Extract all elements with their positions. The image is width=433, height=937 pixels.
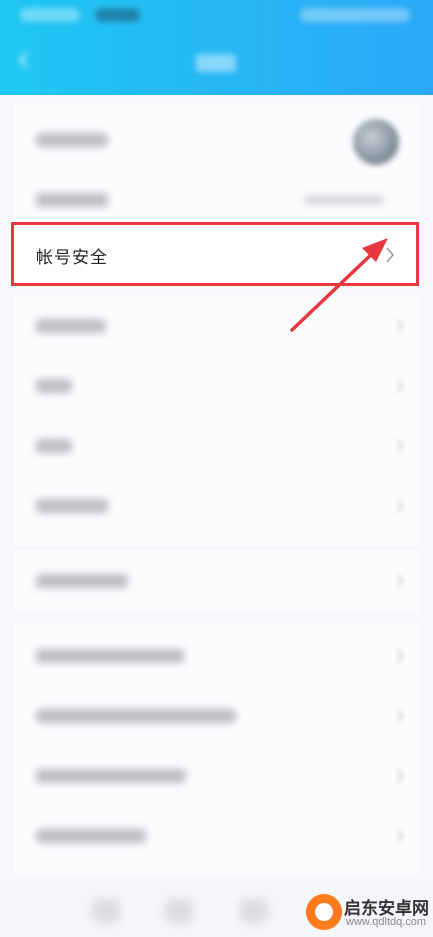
chevron-right-icon (396, 379, 405, 393)
watermark-url: www.qdltdq.com (346, 916, 427, 928)
row-label (36, 499, 108, 513)
account-security-label: 帐号安全 (36, 248, 108, 267)
status-indicator (95, 8, 140, 22)
settings-card-4 (14, 625, 419, 875)
settings-row[interactable] (14, 550, 419, 610)
row-label (36, 439, 72, 453)
profile-card (14, 103, 419, 223)
settings-list (0, 95, 433, 885)
chevron-right-icon (396, 439, 405, 453)
settings-row[interactable] (14, 685, 419, 745)
watermark-logo-icon (306, 894, 342, 930)
settings-row[interactable] (14, 475, 419, 535)
back-arrow-icon[interactable] (14, 50, 34, 70)
settings-row[interactable] (14, 625, 419, 685)
row-label (36, 193, 108, 207)
row-value (304, 195, 384, 205)
chevron-right-icon (396, 319, 405, 333)
row-label (36, 574, 128, 588)
settings-card-2 (14, 295, 419, 545)
chevron-right-icon (396, 829, 405, 843)
watermark: 启东安卓网 www.qdltdq.com (306, 890, 431, 934)
nav-recent-icon[interactable] (240, 899, 268, 923)
settings-row[interactable] (14, 295, 419, 355)
chevron-right-icon (386, 247, 395, 263)
nav-home-icon[interactable] (165, 899, 193, 923)
chevron-right-icon (396, 769, 405, 783)
settings-row[interactable] (14, 805, 419, 865)
status-bar (0, 0, 433, 30)
chevron-right-icon (396, 709, 405, 723)
settings-row[interactable] (14, 355, 419, 415)
status-time (20, 8, 80, 22)
app-header (0, 0, 433, 95)
chevron-right-icon (396, 649, 405, 663)
row-label (36, 133, 108, 147)
row-label (36, 829, 146, 843)
row-label (36, 769, 186, 783)
account-security-row[interactable]: 帐号安全 (11, 222, 419, 286)
settings-row[interactable] (14, 745, 419, 805)
page-title (196, 54, 236, 72)
avatar[interactable] (353, 119, 399, 165)
status-icons (300, 8, 410, 22)
nav-back-icon[interactable] (92, 899, 120, 923)
chevron-right-icon (396, 574, 405, 588)
settings-card-3 (14, 550, 419, 612)
row-label (36, 709, 236, 723)
settings-row[interactable] (14, 415, 419, 475)
row-label (36, 649, 184, 663)
settings-row-avatar[interactable] (14, 103, 419, 173)
chevron-right-icon (396, 499, 405, 513)
row-label (36, 379, 72, 393)
row-label (36, 319, 106, 333)
